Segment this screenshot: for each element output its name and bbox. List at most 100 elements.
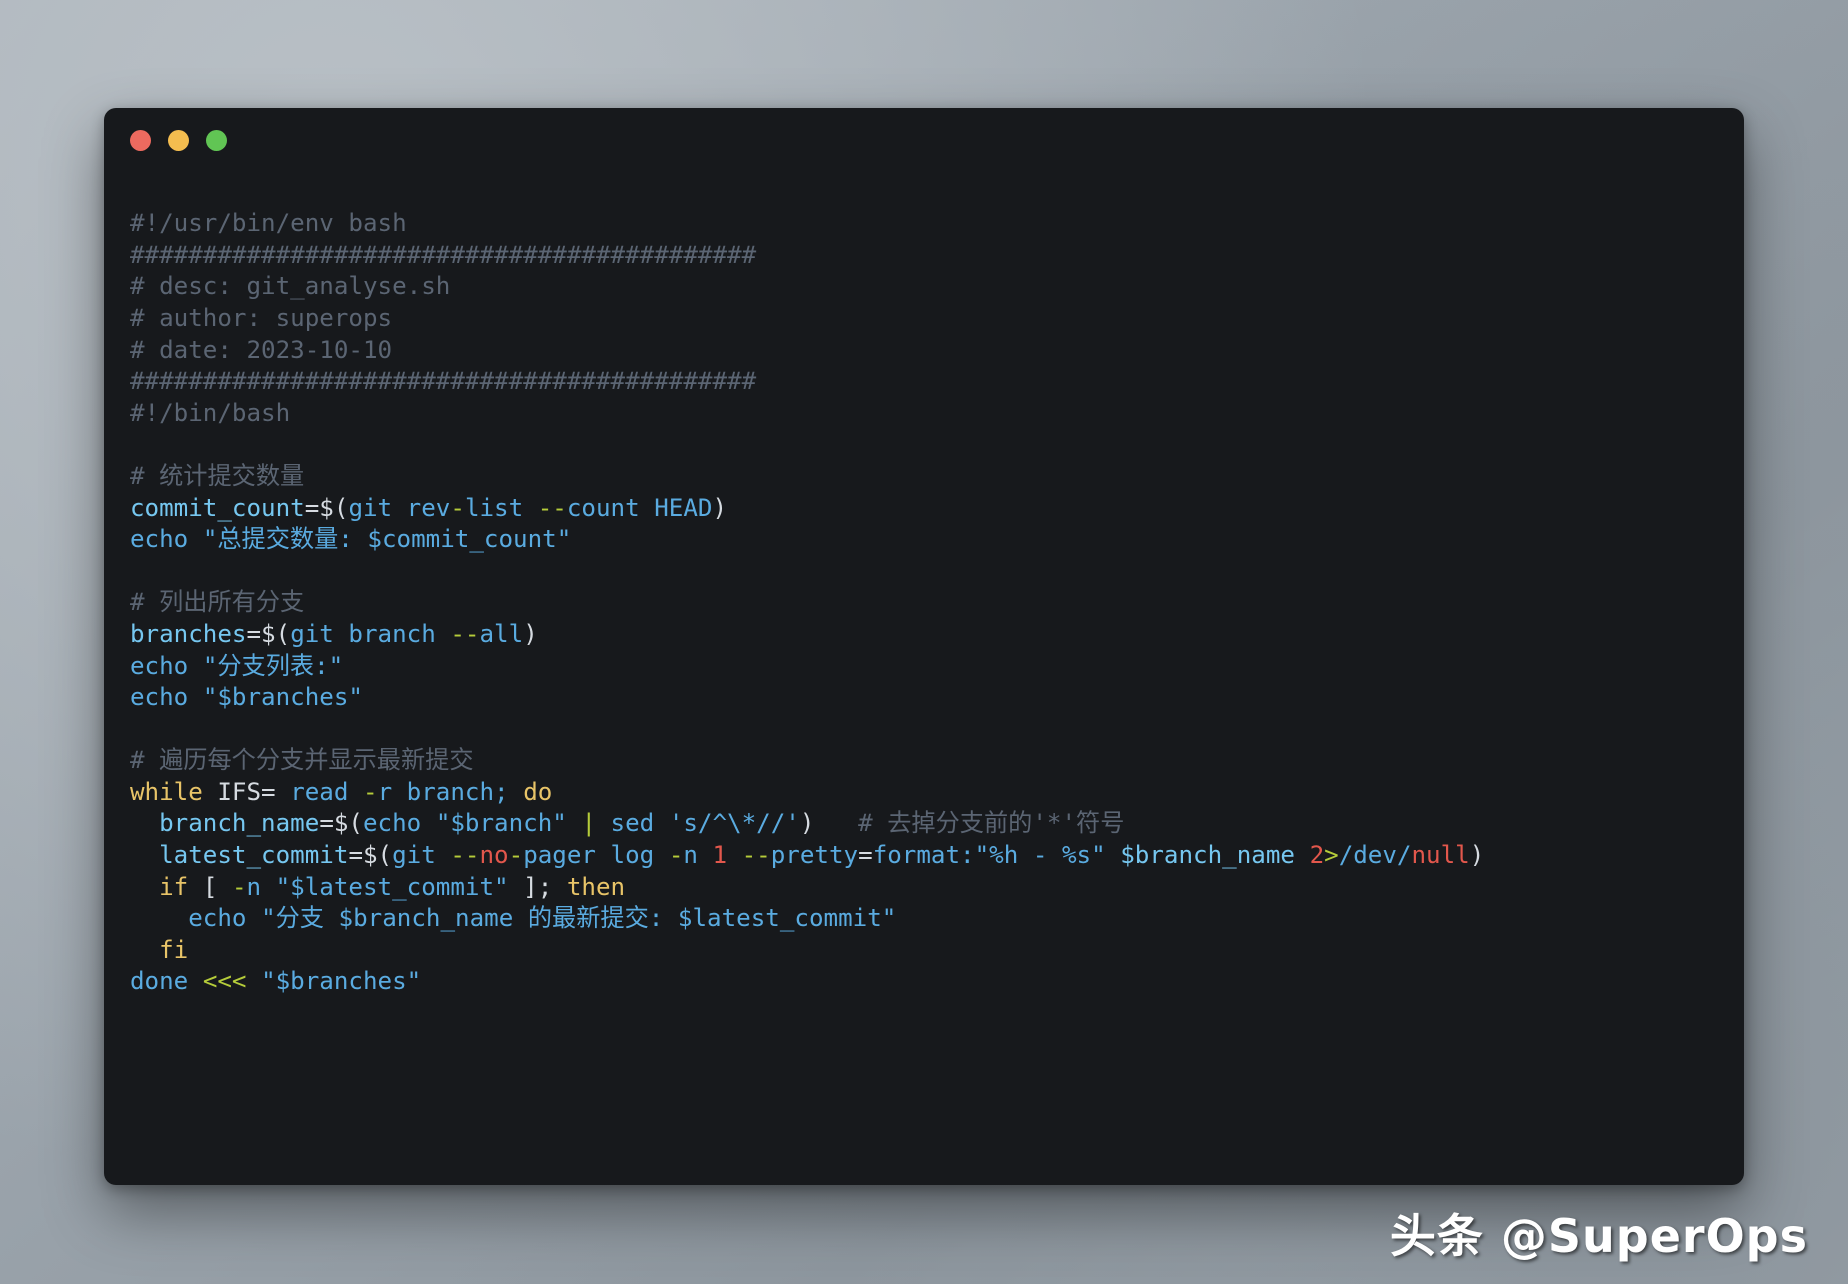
code-token: ########################################… — [130, 240, 757, 269]
code-token: echo — [130, 525, 203, 554]
window-titlebar[interactable] — [104, 108, 1744, 170]
window-controls[interactable] — [130, 130, 227, 151]
code-block[interactable]: #!/usr/bin/env bash #####################… — [130, 208, 1734, 1153]
code-token: sed — [596, 809, 669, 838]
code-token: null — [1411, 841, 1470, 870]
code-token: 2 — [1309, 841, 1325, 870]
code-token: $branch_name — [1120, 841, 1295, 870]
maximize-button[interactable] — [206, 130, 227, 151]
close-button[interactable] — [130, 130, 151, 151]
code-token: ) — [799, 809, 815, 838]
code-line: while IFS= read -r branch; do — [130, 777, 1734, 809]
code-token: =$( — [348, 841, 393, 870]
code-token: -- — [450, 619, 480, 648]
code-token: /dev/ — [1338, 841, 1412, 870]
minimize-button[interactable] — [168, 130, 189, 151]
code-token: n — [246, 872, 276, 901]
code-token: =$( — [319, 809, 363, 838]
code-token: while — [130, 777, 218, 806]
code-token: latest_commit — [159, 841, 349, 870]
code-token: "总提交数量: $commit_count" — [202, 525, 572, 554]
code-token: # author: superops — [130, 303, 393, 332]
code-token: ) — [1469, 841, 1485, 870]
code-token: 's/^\*//' — [668, 809, 800, 838]
code-token: -- — [537, 493, 567, 522]
code-token: branches — [130, 619, 247, 648]
code-token: # 统计提交数量 — [130, 461, 305, 490]
code-token: "$branch" — [435, 809, 567, 838]
code-token: # desc: git_analyse.sh — [130, 272, 451, 301]
code-token: git rev — [348, 493, 451, 522]
code-line: fi — [130, 935, 1734, 967]
code-token: pretty — [770, 841, 859, 870]
code-line: done <<< "$branches" — [130, 966, 1734, 998]
code-line: branch_name=$(echo "$branch" | sed 's/^\… — [130, 808, 1734, 840]
code-line: # desc: git_analyse.sh — [130, 271, 1734, 303]
code-line: branches=$(git branch --all) — [130, 619, 1734, 651]
code-token: "$branches" — [261, 967, 422, 996]
code-token: > — [1324, 841, 1339, 870]
code-token: # 列出所有分支 — [130, 588, 305, 617]
code-token: -- — [450, 841, 480, 870]
code-token: no — [479, 841, 509, 870]
code-token: ]; — [508, 872, 567, 901]
code-token: #!/usr/bin/env bash — [130, 209, 407, 238]
code-token: done — [130, 967, 203, 996]
code-token: format:"%h - %s" — [872, 841, 1106, 870]
code-token: ) — [712, 493, 728, 522]
code-token: = — [858, 841, 873, 870]
code-token: - — [363, 777, 378, 806]
code-line: commit_count=$(git rev-list --count HEAD… — [130, 493, 1734, 525]
code-token: "分支列表:" — [202, 651, 344, 680]
code-token: ########################################… — [130, 367, 757, 396]
code-token: echo — [188, 904, 262, 933]
terminal-window: #!/usr/bin/env bash #####################… — [104, 108, 1744, 1185]
code-token: n — [683, 841, 713, 870]
code-line: echo "分支列表:" — [130, 651, 1734, 683]
code-token: "分支 $branch_name 的最新提交: $latest_commit" — [261, 904, 897, 933]
code-token: git — [392, 841, 451, 870]
code-token: pager log — [523, 841, 669, 870]
code-token: - — [668, 841, 684, 870]
code-token: if — [159, 872, 203, 901]
code-token: # 遍历每个分支并显示最新提交 — [130, 746, 474, 775]
code-token: - — [231, 872, 247, 901]
code-token: "$latest_commit" — [275, 872, 509, 901]
code-token: git branch — [290, 619, 451, 648]
code-token: 1 — [712, 841, 728, 870]
code-line: ########################################… — [130, 240, 1734, 272]
watermark-label: 头条 @SuperOps — [1389, 1209, 1808, 1263]
code-line: #!/usr/bin/env bash — [130, 208, 1734, 240]
code-token: <<< — [202, 967, 247, 996]
code-token: | — [581, 809, 596, 838]
code-token: then — [566, 872, 626, 901]
code-line: echo "分支 $branch_name 的最新提交: $latest_com… — [130, 903, 1734, 935]
code-token: -- — [741, 841, 771, 870]
code-token: =$( — [304, 493, 349, 522]
code-line: # 统计提交数量 — [130, 461, 1734, 493]
code-token: echo — [363, 809, 436, 838]
code-token: count HEAD — [566, 493, 713, 522]
code-token: echo — [130, 683, 203, 712]
code-token: fi — [159, 935, 189, 964]
code-line: # 遍历每个分支并显示最新提交 — [130, 745, 1734, 777]
code-token: r branch; — [377, 777, 524, 806]
code-line: #!/bin/bash — [130, 398, 1734, 430]
code-line: if [ -n "$latest_commit" ]; then — [130, 872, 1734, 904]
code-line: # 列出所有分支 — [130, 587, 1734, 619]
code-token: # date: 2023-10-10 — [130, 335, 393, 364]
code-line: # author: superops — [130, 303, 1734, 335]
code-token: - — [508, 841, 524, 870]
desktop-background: #!/usr/bin/env bash #####################… — [0, 0, 1848, 1284]
code-token: #!/bin/bash — [130, 398, 291, 427]
